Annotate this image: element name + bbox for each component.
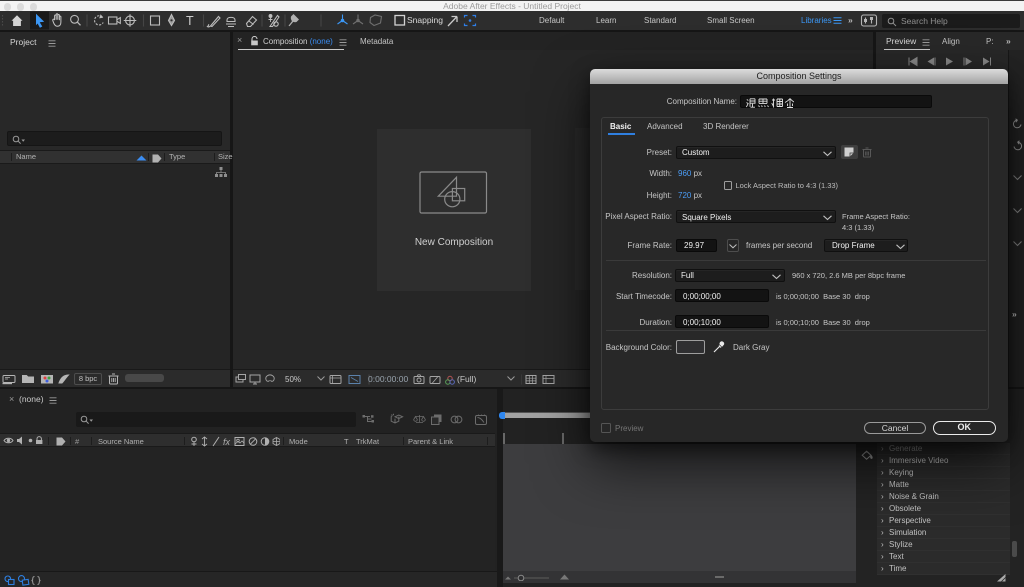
svg-text:fx: fx (223, 437, 231, 447)
svg-text:T: T (186, 14, 194, 28)
